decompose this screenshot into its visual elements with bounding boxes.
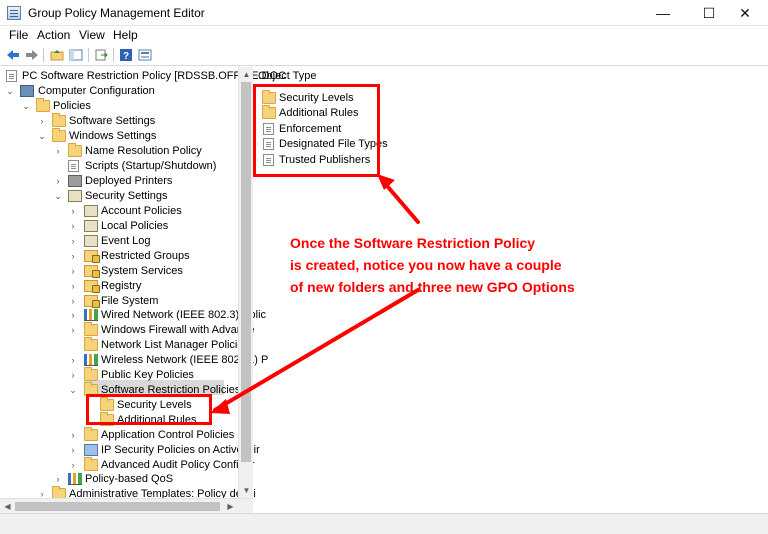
arrowhead-icon bbox=[377, 174, 395, 190]
status-bar bbox=[0, 513, 768, 534]
annotation-text: Once the Software Restriction Policy is … bbox=[290, 235, 575, 295]
arrow-to-tree-nodes bbox=[213, 288, 420, 412]
